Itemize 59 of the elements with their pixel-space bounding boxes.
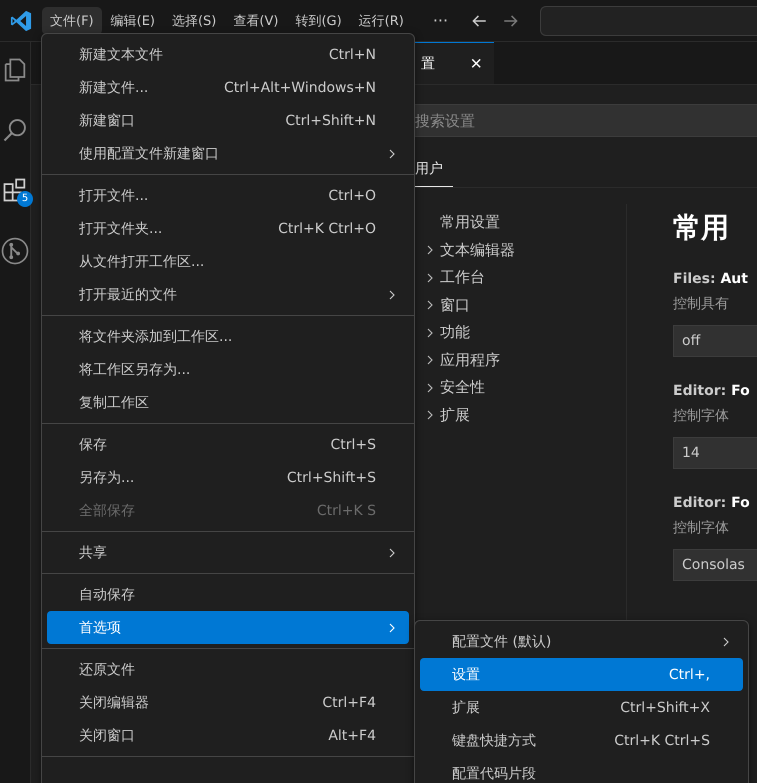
menu-bar-item[interactable]: 转到(G)	[287, 6, 350, 34]
chevron-right-icon[interactable]	[425, 355, 435, 366]
menu-item[interactable]: 扩展 Ctrl+Shift+X	[420, 691, 743, 724]
toc-item[interactable]: 扩展	[440, 406, 470, 425]
setting-field[interactable]: off	[673, 325, 757, 357]
menu-bar-item[interactable]: 编辑(E)	[102, 6, 163, 34]
toc-item[interactable]: 常用设置	[440, 213, 500, 232]
menu-item[interactable]: 将工作区另存为...	[47, 353, 409, 386]
chevron-right-icon[interactable]	[425, 410, 435, 420]
chevron-right-icon[interactable]	[425, 272, 435, 283]
toc-item[interactable]: 文本编辑器	[440, 240, 515, 260]
chevron-right-icon[interactable]	[425, 328, 435, 338]
menu-item[interactable]: 首选项	[47, 611, 409, 644]
menu-item[interactable]: 共享	[47, 536, 409, 569]
menu-item[interactable]: 设置 Ctrl+,	[420, 658, 743, 691]
menu-item[interactable]: 自动保存	[47, 578, 409, 611]
setting-title: Editor: Fo	[673, 383, 751, 401]
menu-bar-item[interactable]: 文件(F)	[42, 6, 102, 34]
menu-bar-item[interactable]: 运行(R)	[350, 6, 412, 34]
setting-title: Files: Aut	[673, 271, 749, 289]
menu-item[interactable]: 复制工作区	[47, 386, 409, 419]
tab-label: 置	[421, 54, 435, 72]
menu-item[interactable]: 关闭窗口 Alt+F4	[47, 719, 409, 752]
menu-item[interactable]: 保存 Ctrl+S	[47, 428, 409, 461]
menu-item[interactable]: 配置文件 (默认)	[420, 625, 743, 658]
setting-description: 控制字体	[673, 519, 730, 538]
toc-item[interactable]: 窗口	[440, 296, 470, 315]
setting-description: 控制字体	[673, 407, 730, 426]
section-heading: 常用	[673, 210, 730, 246]
menu-item[interactable]: 另存为... Ctrl+Shift+S	[47, 461, 409, 494]
setting-field[interactable]: 14	[673, 437, 757, 469]
menu-bar-item[interactable]: 查看(V)	[225, 6, 286, 34]
menu-item[interactable]: 还原文件	[47, 653, 409, 686]
menu-item[interactable]: 关闭编辑器 Ctrl+F4	[47, 686, 409, 719]
menu-item[interactable]: 键盘快捷方式 Ctrl+K Ctrl+S	[420, 724, 743, 757]
setting-field[interactable]: Consolas	[673, 549, 757, 581]
menu-item[interactable]: 新建窗口 Ctrl+Shift+N	[47, 104, 409, 137]
chevron-right-icon[interactable]	[425, 300, 435, 310]
menu-item[interactable]: 打开最近的文件	[47, 278, 409, 311]
toc-item[interactable]: 工作台	[440, 268, 485, 288]
menu-item[interactable]: 打开文件夹... Ctrl+K Ctrl+O	[47, 212, 409, 245]
menu-item[interactable]: 配置代码片段	[420, 757, 743, 783]
source-control-icon[interactable]	[0, 236, 30, 266]
menu-item[interactable]: 从文件打开工作区...	[47, 245, 409, 278]
toc-item[interactable]: 应用程序	[440, 350, 500, 370]
notification-badge: 5	[17, 191, 33, 207]
menu-item[interactable]: 将文件夹添加到工作区...	[47, 320, 409, 353]
setting-title: Editor: Fo	[673, 495, 751, 513]
chevron-right-icon[interactable]	[425, 382, 435, 393]
toc-item[interactable]: 安全性	[440, 378, 485, 398]
search-icon[interactable]	[1, 116, 29, 144]
chevron-right-icon[interactable]	[425, 245, 435, 256]
setting-description: 控制具有	[673, 295, 730, 314]
toc-item[interactable]: 功能	[440, 323, 470, 342]
close-button[interactable]: ×	[466, 54, 486, 74]
more-menu-button[interactable]: ···	[424, 11, 456, 30]
app-logo-icon	[10, 10, 32, 32]
command-center-field[interactable]	[540, 6, 757, 36]
menu-bar-item[interactable]: 选择(S)	[164, 6, 224, 34]
